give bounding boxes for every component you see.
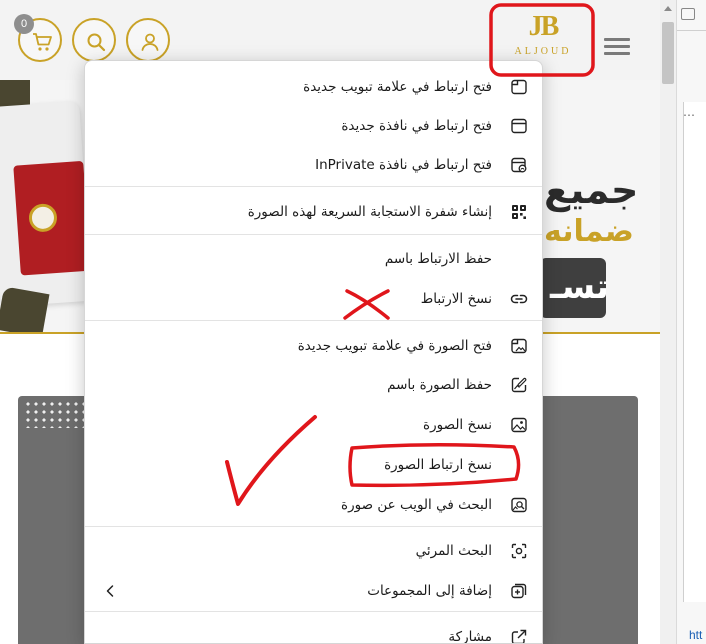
menu-item-open-link-new-tab[interactable]: فتح ارتباط في علامة تبويب جديدة — [85, 67, 542, 107]
menu-item-open-link-new-window[interactable]: فتح ارتباط في نافذة جديدة — [85, 106, 542, 146]
menu-item-label: إضافة إلى المجموعات — [367, 583, 492, 599]
menu-separator — [85, 234, 542, 235]
menu-item-label: فتح ارتباط في نافذة جديدة — [341, 118, 492, 134]
devtools-link[interactable]: htt — [689, 628, 702, 642]
menu-item-save-image-as[interactable]: حفظ الصورة باسم — [85, 365, 542, 405]
scroll-up-arrow-icon[interactable] — [664, 6, 672, 11]
devtools-pane — [683, 102, 706, 602]
watch-product-image — [0, 101, 93, 307]
menu-item-label: فتح ارتباط في علامة تبويب جديدة — [303, 79, 492, 95]
menu-separator — [85, 320, 542, 321]
link-icon — [510, 290, 528, 308]
search-button[interactable] — [72, 18, 116, 62]
hamburger-line — [604, 38, 630, 41]
search-icon — [87, 33, 106, 52]
image-search-icon — [510, 496, 528, 514]
menu-item-label: نسخ الصورة — [423, 417, 492, 433]
share-icon — [510, 628, 528, 643]
account-button[interactable] — [126, 18, 170, 62]
collections-icon — [510, 582, 528, 600]
scroll-thumb[interactable] — [662, 22, 674, 84]
menu-separator — [85, 611, 542, 612]
menu-item-label: البحث المرئي — [415, 543, 492, 559]
menu-item-open-image-new-tab[interactable]: فتح الصورة في علامة تبويب جديدة — [85, 326, 542, 366]
menu-item-label: حفظ الصورة باسم — [387, 377, 492, 393]
image-new-tab-icon — [510, 337, 528, 355]
divider — [677, 30, 706, 31]
menu-item-copy-image[interactable]: نسخ الصورة — [85, 405, 542, 445]
menu-item-label: فتح ارتباط في نافذة InPrivate — [315, 157, 492, 173]
menu-item-label: نسخ ارتباط الصورة — [384, 457, 492, 473]
logo-text: ALJOUD — [514, 46, 572, 57]
chevron-left-icon — [105, 583, 115, 597]
menu-item-share[interactable]: مشاركة — [85, 617, 542, 644]
menu-item-label: البحث في الويب عن صورة — [341, 497, 492, 513]
banner-subheadline: ضمانه — [544, 214, 634, 249]
visual-search-icon — [510, 542, 528, 560]
menu-item-visual-search[interactable]: البحث المرئي — [85, 531, 542, 571]
menu-item-create-qr-code[interactable]: إنشاء شفرة الاستجابة السريعة لهذه الصورة — [85, 192, 542, 232]
menu-item-open-link-inprivate[interactable]: فتح ارتباط في نافذة InPrivate — [85, 145, 542, 185]
inprivate-icon — [510, 156, 528, 174]
menu-item-label: إنشاء شفرة الاستجابة السريعة لهذه الصورة — [247, 204, 492, 220]
hamburger-line — [604, 52, 630, 55]
menu-separator — [85, 526, 542, 527]
banner-cta-button[interactable]: تسـ — [540, 258, 606, 318]
hamburger-line — [604, 45, 630, 48]
dot-pattern — [24, 400, 88, 428]
menu-item-label: فتح الصورة في علامة تبويب جديدة — [297, 338, 492, 354]
more-dots-icon[interactable]: ⋯ — [683, 108, 696, 122]
decorative-tile — [0, 286, 50, 334]
menu-item-copy-link[interactable]: نسخ الارتباط — [85, 279, 542, 319]
new-tab-icon — [510, 78, 528, 96]
qr-code-icon — [510, 203, 528, 221]
context-menu: فتح ارتباط في علامة تبويب جديدة فتح ارتب… — [84, 60, 543, 644]
cart-icon — [33, 33, 52, 51]
device-toggle-icon[interactable] — [681, 8, 695, 20]
menu-item-copy-image-link[interactable]: نسخ ارتباط الصورة — [85, 445, 542, 485]
menu-item-save-link-as[interactable]: حفظ الارتباط باسم — [85, 239, 542, 279]
menu-toggle-button[interactable] — [604, 38, 630, 56]
menu-separator — [85, 186, 542, 187]
menu-item-label: حفظ الارتباط باسم — [384, 251, 492, 267]
menu-item-label: نسخ الارتباط — [420, 291, 492, 307]
new-window-icon — [510, 117, 528, 135]
menu-item-search-web-for-image[interactable]: البحث في الويب عن صورة — [85, 485, 542, 525]
logo-mark: JB — [528, 11, 560, 42]
menu-item-add-to-collections[interactable]: إضافة إلى المجموعات — [85, 571, 542, 611]
page-scrollbar[interactable] — [660, 0, 676, 644]
save-image-icon — [510, 376, 528, 394]
image-icon — [510, 416, 528, 434]
user-icon — [141, 33, 159, 51]
devtools-panel: ⋯ htt — [676, 0, 706, 644]
cart-count-badge: 0 — [14, 14, 34, 34]
browser-page: 0 JB ALJOUD جميع ضمانه تسـ ⋯ htt فتح ارت… — [0, 0, 706, 644]
menu-item-label: مشاركة — [448, 629, 492, 644]
banner-headline: جميع — [544, 168, 639, 212]
